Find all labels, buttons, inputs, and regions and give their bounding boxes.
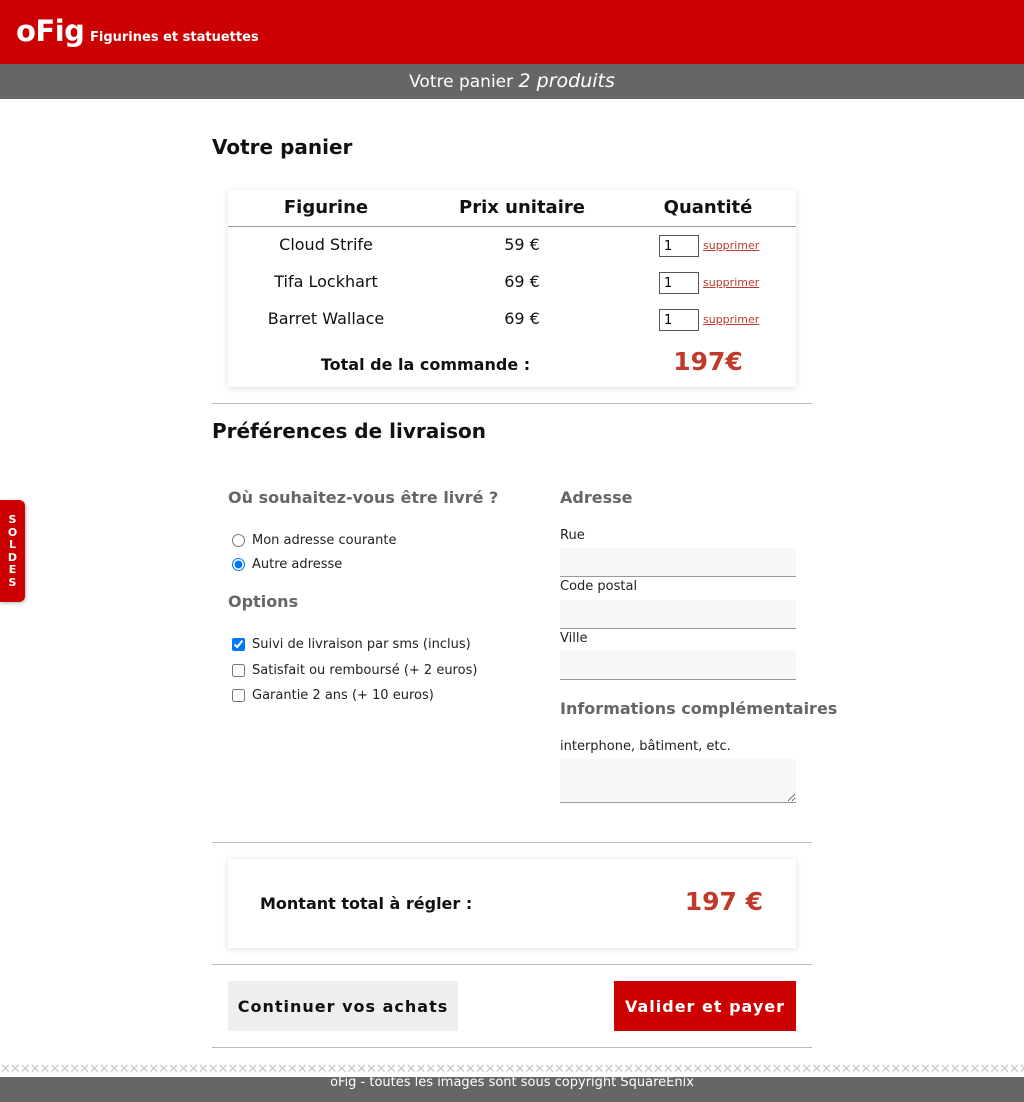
options-title: Options xyxy=(228,592,299,611)
quantity-input[interactable] xyxy=(659,235,699,257)
option-money-back-checkbox[interactable] xyxy=(232,664,245,677)
divider xyxy=(212,403,812,404)
payment-total-value: 197 € xyxy=(684,887,763,916)
order-total-label: Total de la commande : xyxy=(320,355,531,374)
radio-current-address-input[interactable] xyxy=(232,534,245,547)
remove-link[interactable]: supprimer xyxy=(703,276,759,289)
option-money-back[interactable]: Satisfait ou remboursé (+ 2 euros) xyxy=(232,663,477,678)
radio-other-address-input[interactable] xyxy=(232,558,245,571)
cart-title: Votre panier xyxy=(212,135,353,159)
zip-label: Code postal xyxy=(560,579,638,594)
soldes-letter: E xyxy=(8,563,17,576)
item-name: Barret Wallace xyxy=(267,309,385,328)
item-price: 69 € xyxy=(504,272,540,291)
city-field[interactable] xyxy=(560,651,796,680)
cart-bar-count: 2 produits xyxy=(518,70,615,92)
item-name: Cloud Strife xyxy=(279,235,373,254)
copyright-text: oFig - toutes les images sont sous copyr… xyxy=(330,1075,694,1090)
delivery-title: Préférences de livraison xyxy=(212,419,486,443)
column-header-figurine: Figurine xyxy=(283,197,369,218)
header-divider xyxy=(228,226,796,227)
option-label: Garantie 2 ans (+ 10 euros) xyxy=(252,688,434,703)
continue-shopping-button[interactable]: Continuer vos achats xyxy=(228,981,458,1031)
additional-info-label: interphone, bâtiment, etc. xyxy=(560,739,731,754)
remove-link[interactable]: supprimer xyxy=(703,313,759,326)
soldes-letter: S xyxy=(8,575,17,589)
tagline: Figurines et statuettes xyxy=(90,30,259,45)
option-warranty-checkbox[interactable] xyxy=(232,689,245,702)
cart-table: Figurine Prix unitaire Quantité Cloud St… xyxy=(228,190,796,387)
divider xyxy=(212,964,812,965)
quantity-input[interactable] xyxy=(659,272,699,294)
remove-link[interactable]: supprimer xyxy=(703,239,759,252)
delivery-location-title: Où souhaitez-vous être livré ? xyxy=(228,488,499,507)
radio-other-address[interactable]: Autre adresse xyxy=(232,557,342,572)
order-total-value: 197€ xyxy=(673,347,743,376)
soldes-letter: S xyxy=(8,513,17,526)
option-warranty[interactable]: Garantie 2 ans (+ 10 euros) xyxy=(232,688,434,703)
option-label: Suivi de livraison par sms (inclus) xyxy=(252,637,471,652)
item-price: 59 € xyxy=(504,235,540,254)
quantity-input[interactable] xyxy=(659,309,699,331)
validate-and-pay-button[interactable]: Valider et payer xyxy=(614,981,796,1031)
additional-info-title: Informations complémentaires xyxy=(560,699,838,718)
divider xyxy=(212,1047,812,1048)
additional-info-textarea[interactable] xyxy=(560,759,796,803)
soldes-letter: L xyxy=(8,538,16,551)
radio-label: Autre adresse xyxy=(252,557,343,572)
option-sms-tracking-checkbox[interactable] xyxy=(232,638,245,651)
radio-label: Mon adresse courante xyxy=(252,533,397,548)
payment-total-card: Montant total à régler : 197 € xyxy=(228,859,796,948)
payment-total-label: Montant total à régler : xyxy=(260,894,473,913)
address-title: Adresse xyxy=(560,488,633,507)
option-label: Satisfait ou remboursé (+ 2 euros) xyxy=(252,663,478,678)
street-field[interactable] xyxy=(560,548,796,577)
radio-current-address[interactable]: Mon adresse courante xyxy=(232,533,396,548)
item-name: Tifa Lockhart xyxy=(274,272,378,291)
city-label: Ville xyxy=(560,631,588,646)
soldes-side-tab[interactable]: S O L D E S xyxy=(0,500,25,602)
zip-field[interactable] xyxy=(560,600,796,629)
logo[interactable]: oFig xyxy=(16,14,85,48)
item-price: 69 € xyxy=(504,309,540,328)
column-header-price: Prix unitaire xyxy=(459,197,585,218)
site-header: oFig Figurines et statuettes xyxy=(0,0,1024,64)
street-label: Rue xyxy=(560,528,585,543)
site-footer: oFig - toutes les images sont sous copyr… xyxy=(0,1075,1024,1102)
cart-bar-label: Votre panier xyxy=(409,72,514,92)
column-header-quantity: Quantité xyxy=(663,197,753,218)
divider xyxy=(212,842,812,843)
option-sms-tracking[interactable]: Suivi de livraison par sms (inclus) xyxy=(232,637,471,652)
cart-summary-bar: Votre panier 2 produits xyxy=(0,64,1024,99)
